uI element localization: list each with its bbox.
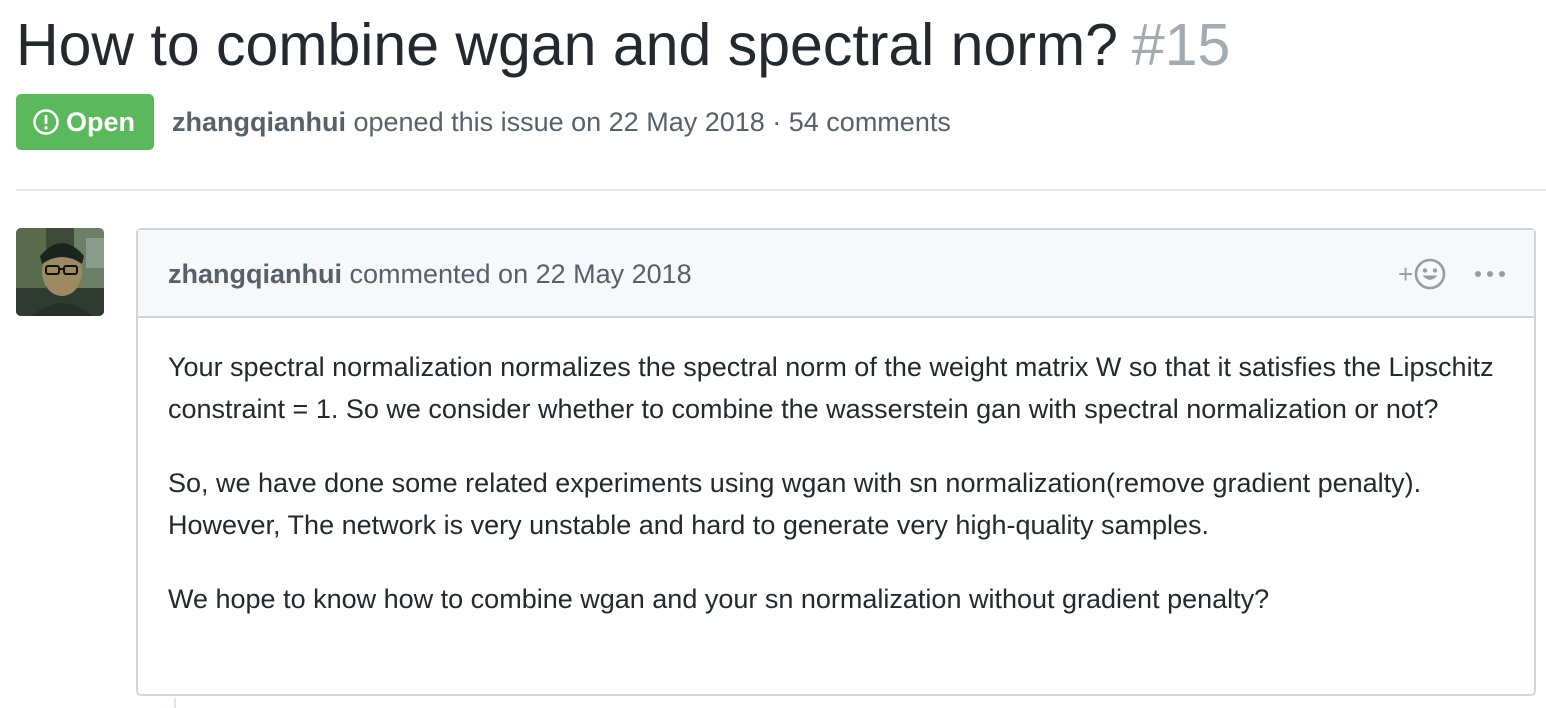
avatar-image (16, 228, 104, 316)
comment-header: zhangqianhui commented on 22 May 2018 + (138, 230, 1534, 318)
header-divider (16, 189, 1546, 191)
timeline-line (174, 698, 176, 708)
add-reaction-button[interactable]: + (1398, 254, 1458, 294)
issue-meta-suffix: opened this issue on 22 May 2018 · 54 co… (345, 106, 951, 137)
issue-author-link[interactable]: zhangqianhui (172, 107, 346, 137)
issue-state-label: Open (66, 106, 136, 137)
comment-author-link[interactable]: zhangqianhui (168, 259, 342, 289)
issue-opened-icon (33, 109, 59, 135)
comment-box: zhangqianhui commented on 22 May 2018 + … (136, 228, 1536, 696)
comment-paragraph: Your spectral normalization normalizes t… (168, 352, 1494, 424)
issue-state-badge: Open (16, 94, 154, 150)
kebab-horizontal-icon (1475, 271, 1505, 277)
smiley-icon (1414, 258, 1446, 290)
issue-title: How to combine wgan and spectral norm? #1… (16, 10, 1230, 80)
comment-paragraph: So, we have done some related experiment… (168, 468, 1422, 540)
comment-paragraph: We hope to know how to combine wgan and … (168, 584, 1270, 614)
issue-meta: Open zhangqianhui opened this issue on 2… (16, 94, 951, 150)
reaction-plus: + (1398, 259, 1414, 289)
avatar[interactable] (16, 228, 104, 316)
comment-body: Your spectral normalization normalizes t… (168, 346, 1508, 652)
issue-meta-text: zhangqianhui opened this issue on 22 May… (172, 107, 951, 138)
issue-number: #15 (1131, 12, 1231, 78)
comment-header-text: zhangqianhui commented on 22 May 2018 (168, 254, 692, 294)
comment-action-text: commented on 22 May 2018 (341, 259, 692, 289)
issue-title-text: How to combine wgan and spectral norm? (16, 12, 1118, 78)
comment-options-button[interactable] (1472, 254, 1508, 294)
